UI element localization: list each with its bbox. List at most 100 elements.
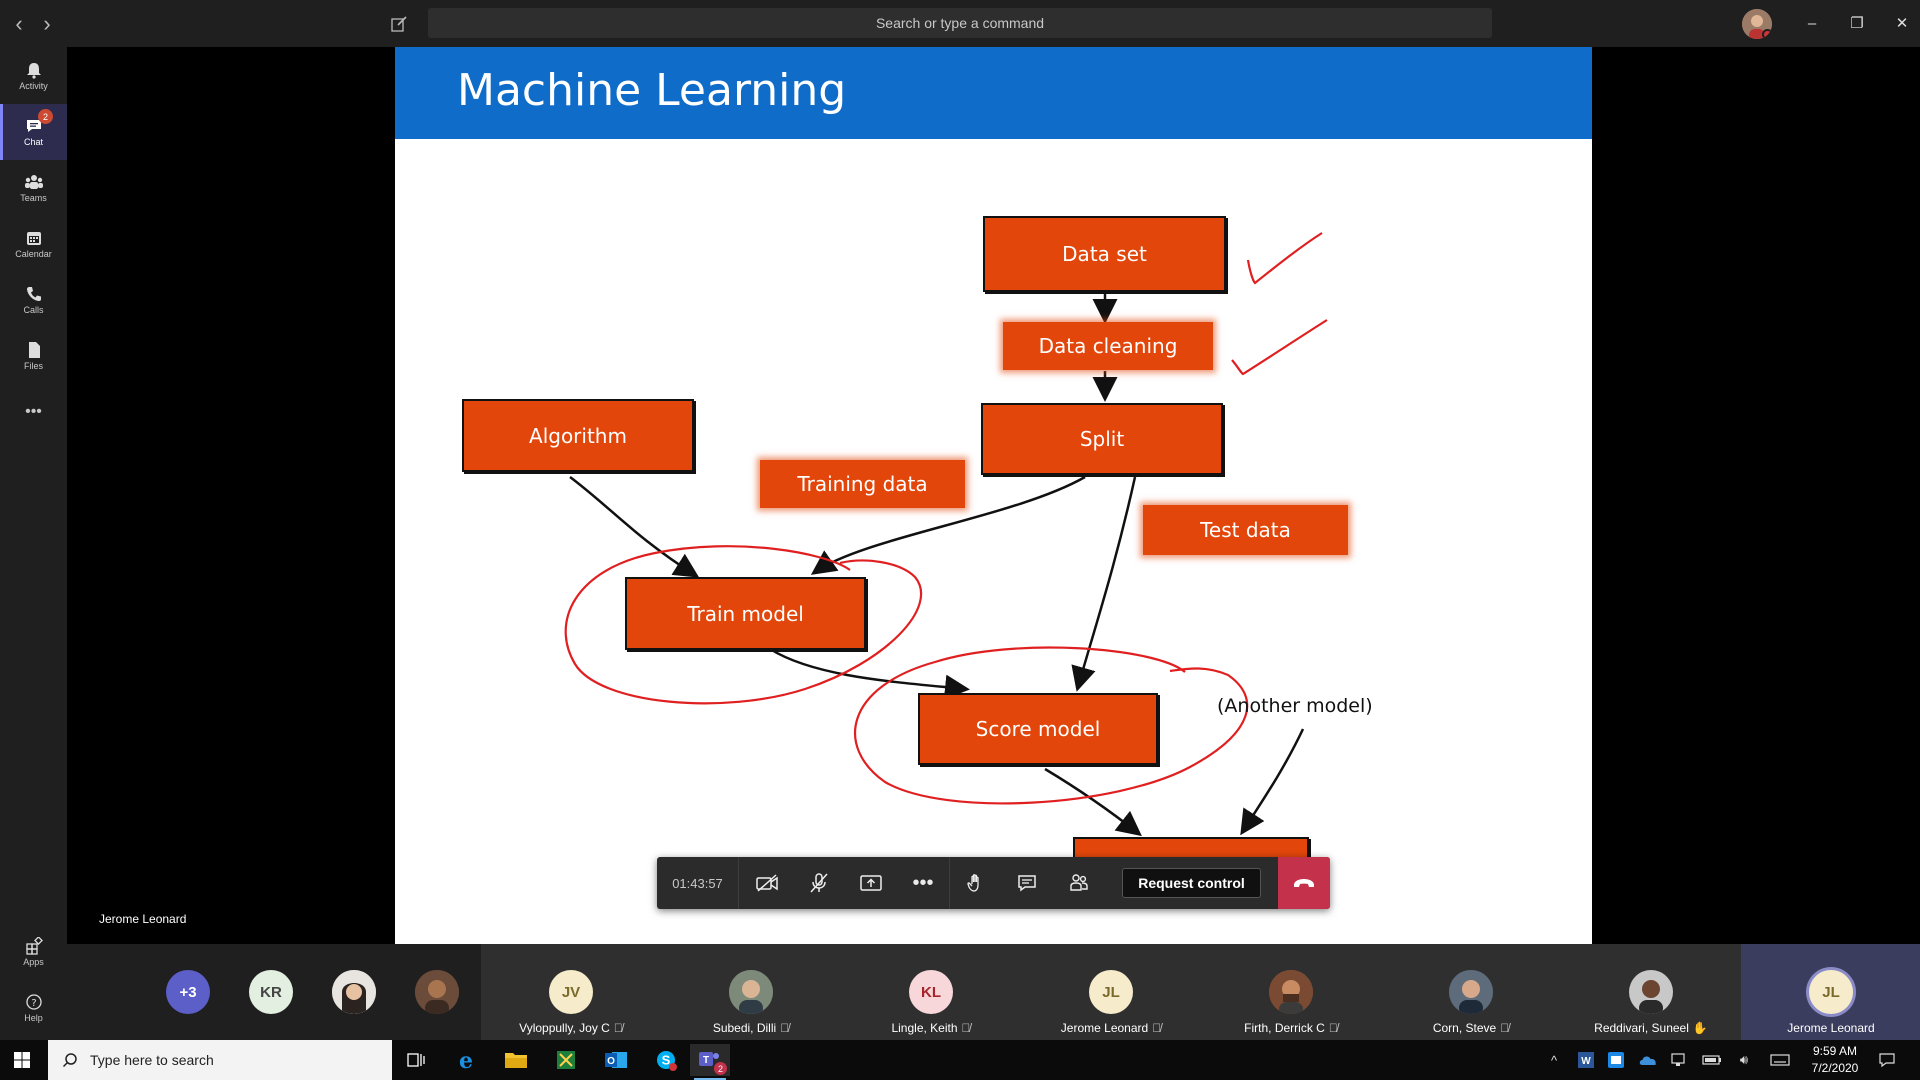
chat-icon[interactable] [1001,857,1053,909]
rail-item-teams[interactable]: Teams [0,160,67,216]
chevron-left-icon[interactable]: ‹ [5,10,33,38]
snipping-tool-icon[interactable] [546,1044,586,1076]
checkmark-data-cleaning [1231,319,1328,376]
windows-taskbar: Type here to search e O S T 2 ^ W 🔊︎ 9:5… [0,1040,1920,1080]
skype-icon[interactable]: S [646,1044,686,1076]
participant-avatar [729,970,773,1014]
teams-icon [24,175,43,189]
camera-off-icon[interactable] [741,857,793,909]
participant-tile[interactable]: Subedi, Dilli 🎙̸ [661,944,841,1040]
rail-item-label: Teams [20,193,47,203]
mic-off-icon[interactable] [793,857,845,909]
box-score-model: Score model [918,693,1158,765]
keyboard-icon[interactable] [1769,1048,1791,1072]
taskbar-search-input[interactable]: Type here to search [48,1040,392,1080]
chevron-right-icon[interactable]: › [33,10,61,38]
participant-name: Reddivari, Suneel [1594,1021,1689,1035]
participant-avatar[interactable] [332,970,376,1014]
participants-icon[interactable] [1053,857,1105,909]
presenter-name: Jerome Leonard [99,912,187,926]
phone-icon [26,287,41,301]
participant-name: Subedi, Dilli [712,1021,777,1035]
battery-icon[interactable] [1701,1048,1723,1072]
participant-avatar: JV [549,970,593,1014]
participant-tile[interactable]: KL Lingle, Keith 🎙̸ [841,944,1021,1040]
onedrive-icon[interactable] [1637,1048,1659,1072]
shared-slide: Machine Learning Data set Data cleaning … [395,47,1592,944]
box-training-data: Training data [760,460,965,508]
raise-hand-icon[interactable] [949,857,1001,909]
apps-icon [25,937,43,955]
command-search-input[interactable]: Search or type a command [428,8,1492,38]
rail-item-files[interactable]: Files [0,328,67,384]
rail-item-calendar[interactable]: Calendar [0,216,67,272]
network-icon[interactable] [1669,1048,1691,1072]
app-tray-icon[interactable] [1605,1048,1627,1072]
show-hidden-icons-icon[interactable]: ^ [1543,1048,1565,1072]
participant-name: Firth, Derrick C [1244,1021,1325,1035]
rail-item-label: Calendar [15,249,52,259]
participant-tile-self[interactable]: JL Jerome Leonard [1741,944,1920,1040]
more-apps-button[interactable]: ••• [0,384,67,440]
checkmark-data-set [1246,232,1323,285]
participant-name-row: Lingle, Keith 🎙̸ [841,1021,1021,1035]
svg-text:W: W [1581,1056,1591,1067]
rail-item-label: Files [23,361,43,371]
participant-tile[interactable]: JV Vyloppully, Joy C 🎙̸ [481,944,661,1040]
participant-avatar [1269,970,1313,1014]
hang-up-button[interactable] [1278,857,1330,909]
minimize-button[interactable]: – [1797,10,1827,36]
windows-start-icon[interactable] [2,1044,42,1076]
participant-strip: +3 KR JV Vyloppully, Joy C 🎙̸ Subedi, Dil… [67,944,1920,1040]
participant-name-row: Reddivari, Suneel ✋ [1561,1021,1741,1035]
restore-button[interactable]: ❐ [1842,10,1872,36]
rail-item-apps[interactable]: Apps [0,924,67,980]
profile-avatar[interactable] [1742,9,1772,39]
rail-item-help[interactable]: ? Help [0,980,67,1036]
participant-tile[interactable]: Corn, Steve 🎙̸ [1381,944,1561,1040]
hand-raised-icon: ✋ [1692,1021,1708,1035]
meeting-controls: 01:43:57 ••• Request control [657,857,1330,909]
participant-avatar[interactable]: KR [249,970,293,1014]
presence-busy-icon [1762,29,1772,39]
notification-center-icon[interactable] [1876,1048,1898,1072]
participant-avatar: KL [909,970,953,1014]
mic-off-icon: 🎙̸ [613,1021,623,1035]
request-control-button[interactable]: Request control [1122,868,1261,898]
participant-name: Jerome Leonard [1787,1021,1875,1035]
teams-unread-badge: 2 [714,1062,727,1075]
title-bar: ‹ › Search or type a command – ❐ ✕ [0,0,1920,47]
rail-item-calls[interactable]: Calls [0,272,67,328]
overflow-participants-button[interactable]: +3 [166,970,210,1014]
rail-item-label: Calls [23,305,44,315]
box-data-cleaning: Data cleaning [1003,322,1213,370]
compose-icon[interactable] [385,10,413,38]
hang-up-icon [1294,879,1314,887]
participant-name: Lingle, Keith [891,1021,958,1035]
share-screen-icon[interactable] [845,857,897,909]
participant-name-row: Vyloppully, Joy C 🎙̸ [481,1021,661,1035]
word-tray-icon[interactable]: W [1575,1048,1597,1072]
file-icon [28,342,40,358]
close-button[interactable]: ✕ [1887,10,1917,36]
taskbar-clock[interactable]: 9:59 AM 7/2/2020 [1800,1043,1870,1077]
file-explorer-icon[interactable] [496,1044,536,1076]
rail-item-activity[interactable]: Activity [0,48,67,104]
svg-text:e: e [459,1048,473,1072]
participant-tile[interactable]: JL Jerome Leonard 🎙̸ [1021,944,1201,1040]
edge-browser-icon[interactable]: e [446,1044,486,1076]
teams-taskbar-icon[interactable]: T 2 [690,1044,730,1080]
participant-avatar [1629,970,1673,1014]
more-icon[interactable]: ••• [897,857,949,909]
outlook-icon[interactable]: O [596,1044,636,1076]
arrow-train-score [769,647,970,700]
mic-off-icon: 🎙̸ [1328,1021,1338,1035]
participant-avatar[interactable] [415,970,459,1014]
taskbar-search-placeholder: Type here to search [90,1052,214,1068]
volume-icon[interactable]: 🔊︎ [1733,1048,1755,1072]
mic-off-icon: 🎙̸ [780,1021,790,1035]
rail-item-chat[interactable]: Chat 2 [0,104,67,160]
participant-tile[interactable]: Reddivari, Suneel ✋ [1561,944,1741,1040]
participant-tile[interactable]: Firth, Derrick C 🎙̸ [1201,944,1381,1040]
task-view-icon[interactable] [396,1044,436,1076]
